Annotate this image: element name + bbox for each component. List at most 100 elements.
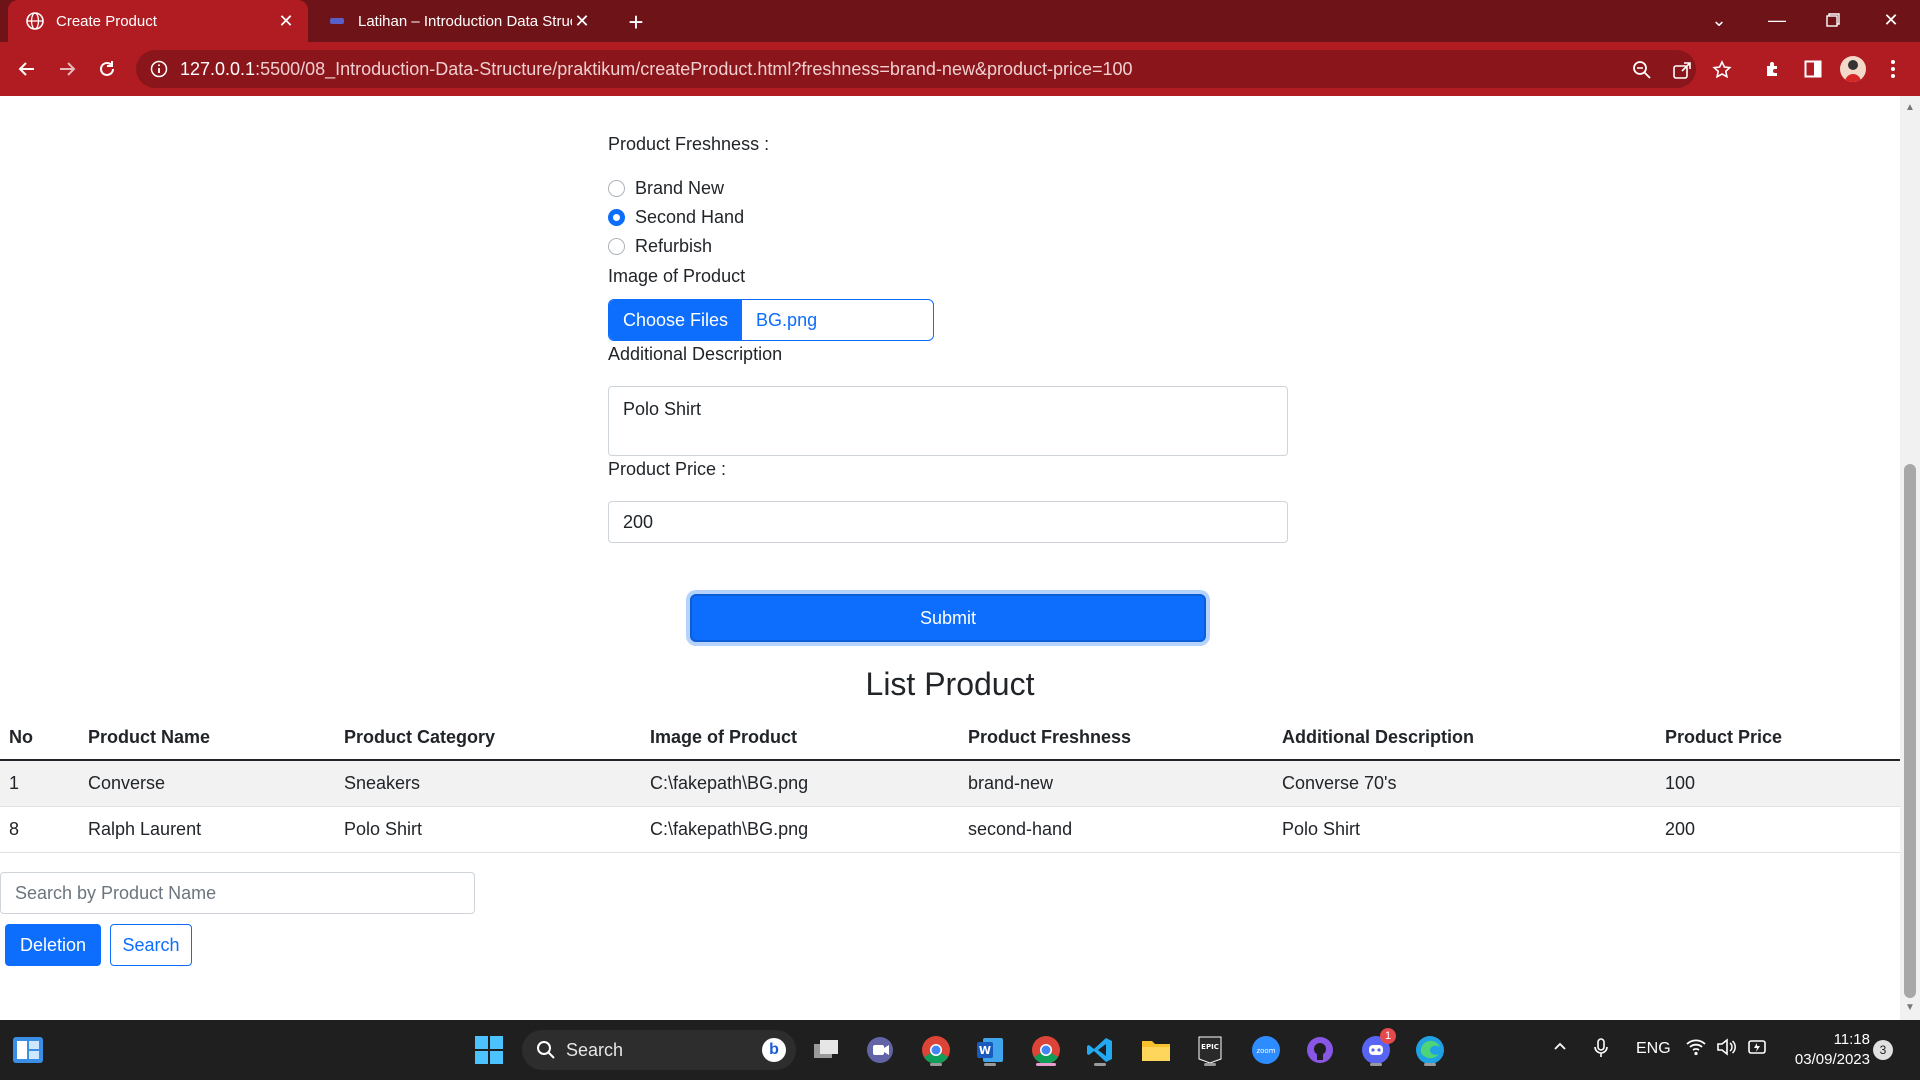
search-icon [537, 1041, 555, 1059]
page-scrollbar[interactable]: ▲ ▼ [1900, 96, 1920, 1020]
tab-search-chevron-icon[interactable]: ⌄ [1694, 0, 1744, 40]
list-title: List Product [865, 666, 1035, 702]
scroll-down-arrow-icon[interactable]: ▼ [1904, 1002, 1916, 1014]
discord-icon[interactable]: 1 [1356, 1028, 1396, 1070]
submit-button[interactable]: Submit [690, 594, 1206, 642]
column-header: Additional Description [1273, 716, 1656, 761]
radio-label: Refurbish [635, 235, 713, 256]
github-icon[interactable] [1300, 1030, 1340, 1070]
address-bar[interactable]: 127.0.0.1:5500/08_Introduction-Data-Stru… [136, 50, 1696, 88]
taskbar-search[interactable]: Search b [522, 1030, 796, 1070]
chrome-icon[interactable] [916, 1030, 956, 1070]
cell-freshness: brand-new [959, 760, 1273, 807]
chrome-active-icon[interactable] [1026, 1030, 1066, 1070]
search-input[interactable]: Search by Product Name [0, 872, 475, 914]
tab-latihan[interactable]: Latihan – Introduction Data Struc ✕ [312, 0, 604, 42]
image-label: Image of Product [608, 266, 746, 286]
file-explorer-icon[interactable] [1136, 1030, 1176, 1070]
new-tab-button[interactable]: + [620, 6, 652, 38]
svg-text:zoom: zoom [1256, 1047, 1275, 1055]
choose-files-button[interactable]: Choose Files [609, 300, 743, 340]
close-window-button[interactable]: ✕ [1866, 0, 1916, 40]
radio-refurbish[interactable]: Refurbish [608, 234, 712, 258]
clock[interactable]: 11:18 03/09/2023 [1786, 1030, 1870, 1070]
restore-button[interactable] [1808, 0, 1858, 40]
scroll-up-arrow-icon[interactable]: ▲ [1904, 102, 1916, 114]
close-tab-icon[interactable]: ✕ [572, 11, 592, 31]
battery-icon[interactable] [1746, 1038, 1768, 1061]
cell-product-category: Sneakers [335, 760, 641, 807]
running-indicator [1424, 1063, 1436, 1066]
share-icon[interactable] [1670, 58, 1694, 82]
column-header: Product Price [1656, 716, 1900, 761]
microphone-icon[interactable] [1594, 1038, 1608, 1063]
back-arrow-icon[interactable] [8, 50, 46, 88]
show-hidden-icons-chevron-icon[interactable] [1552, 1038, 1568, 1059]
bing-icon: b [762, 1038, 786, 1062]
task-view-icon[interactable] [806, 1030, 846, 1070]
profile-avatar[interactable] [1838, 54, 1868, 84]
table-row: 1 Converse Sneakers C:\fakepath\BG.png b… [0, 760, 1900, 807]
notification-badge[interactable]: 3 [1873, 1040, 1893, 1060]
epic-games-icon[interactable]: EPIC [1190, 1030, 1230, 1070]
cell-product-name: Ralph Laurent [79, 806, 335, 853]
wifi-icon[interactable] [1686, 1038, 1706, 1061]
more-menu-icon[interactable] [1878, 54, 1908, 84]
radio-brand-new[interactable]: Brand New [608, 176, 724, 200]
widgets-icon[interactable] [8, 1030, 48, 1070]
zoom-icon[interactable]: zoom [1246, 1030, 1286, 1070]
minimize-button[interactable]: — [1752, 0, 1802, 40]
extensions-puzzle-icon[interactable] [1758, 54, 1788, 84]
cell-price: 100 [1656, 760, 1900, 807]
page-viewport: Product Freshness : Brand New Second Han… [0, 96, 1900, 1020]
running-indicator [930, 1063, 942, 1066]
search-button[interactable]: Search [110, 924, 192, 966]
discord-badge: 1 [1380, 1028, 1396, 1044]
radio-second-hand[interactable]: Second Hand [608, 205, 744, 229]
radio-button[interactable] [608, 179, 625, 197]
bookmark-star-icon[interactable] [1710, 58, 1734, 82]
info-icon[interactable] [150, 60, 168, 78]
reload-icon[interactable] [88, 50, 126, 88]
zoom-icon[interactable] [1630, 58, 1654, 82]
description-textarea[interactable]: Polo Shirt [608, 386, 1288, 456]
cell-no: 1 [0, 760, 79, 807]
product-table: No Product Name Product Category Image o… [0, 716, 1900, 853]
radio-label: Second Hand [635, 206, 745, 227]
column-header: Product Freshness [959, 716, 1273, 761]
tab-create-product[interactable]: Create Product ✕ [8, 0, 308, 42]
table-row: 8 Ralph Laurent Polo Shirt C:\fakepath\B… [0, 806, 1900, 853]
word-icon[interactable]: W [970, 1030, 1010, 1070]
forward-arrow-icon[interactable] [48, 50, 86, 88]
teams-chat-icon[interactable] [860, 1030, 900, 1070]
windows-taskbar: Search b W EPIC zoom 1 ENG 11:18 03/09/2… [0, 1020, 1920, 1080]
deletion-button[interactable]: Deletion [5, 924, 101, 966]
radio-button[interactable] [608, 208, 625, 226]
radio-button[interactable] [608, 237, 625, 255]
running-indicator [1370, 1063, 1382, 1066]
column-header: Product Name [79, 716, 335, 761]
running-indicator [1204, 1063, 1216, 1066]
cell-product-name: Converse [79, 760, 335, 807]
url-path: :5500/08_Introduction-Data-Structure/pra… [255, 58, 1133, 79]
edge-icon[interactable] [1410, 1030, 1450, 1070]
windows-start-icon[interactable] [469, 1030, 509, 1070]
vscode-icon[interactable] [1080, 1030, 1120, 1070]
svg-text:W: W [979, 1044, 991, 1057]
table-header-row: No Product Name Product Category Image o… [0, 716, 1900, 761]
file-name: BG.png [756, 309, 818, 330]
language-indicator[interactable]: ENG [1636, 1040, 1671, 1058]
volume-icon[interactable] [1716, 1038, 1736, 1061]
side-panel-icon[interactable] [1798, 54, 1828, 84]
price-label: Product Price : [608, 459, 727, 479]
cell-image: C:\fakepath\BG.png [641, 760, 959, 807]
svg-text:EPIC: EPIC [1201, 1043, 1219, 1051]
url-host: 127.0.0.1 [180, 58, 256, 79]
tab-title: Latihan – Introduction Data Struc [358, 12, 572, 30]
active-indicator [1036, 1063, 1056, 1066]
file-input[interactable]: Choose Files BG.png [608, 299, 934, 341]
scroll-thumb[interactable] [1904, 464, 1916, 998]
column-header: Product Category [335, 716, 641, 761]
close-tab-icon[interactable]: ✕ [276, 11, 296, 31]
price-input[interactable]: 200 [608, 501, 1288, 543]
